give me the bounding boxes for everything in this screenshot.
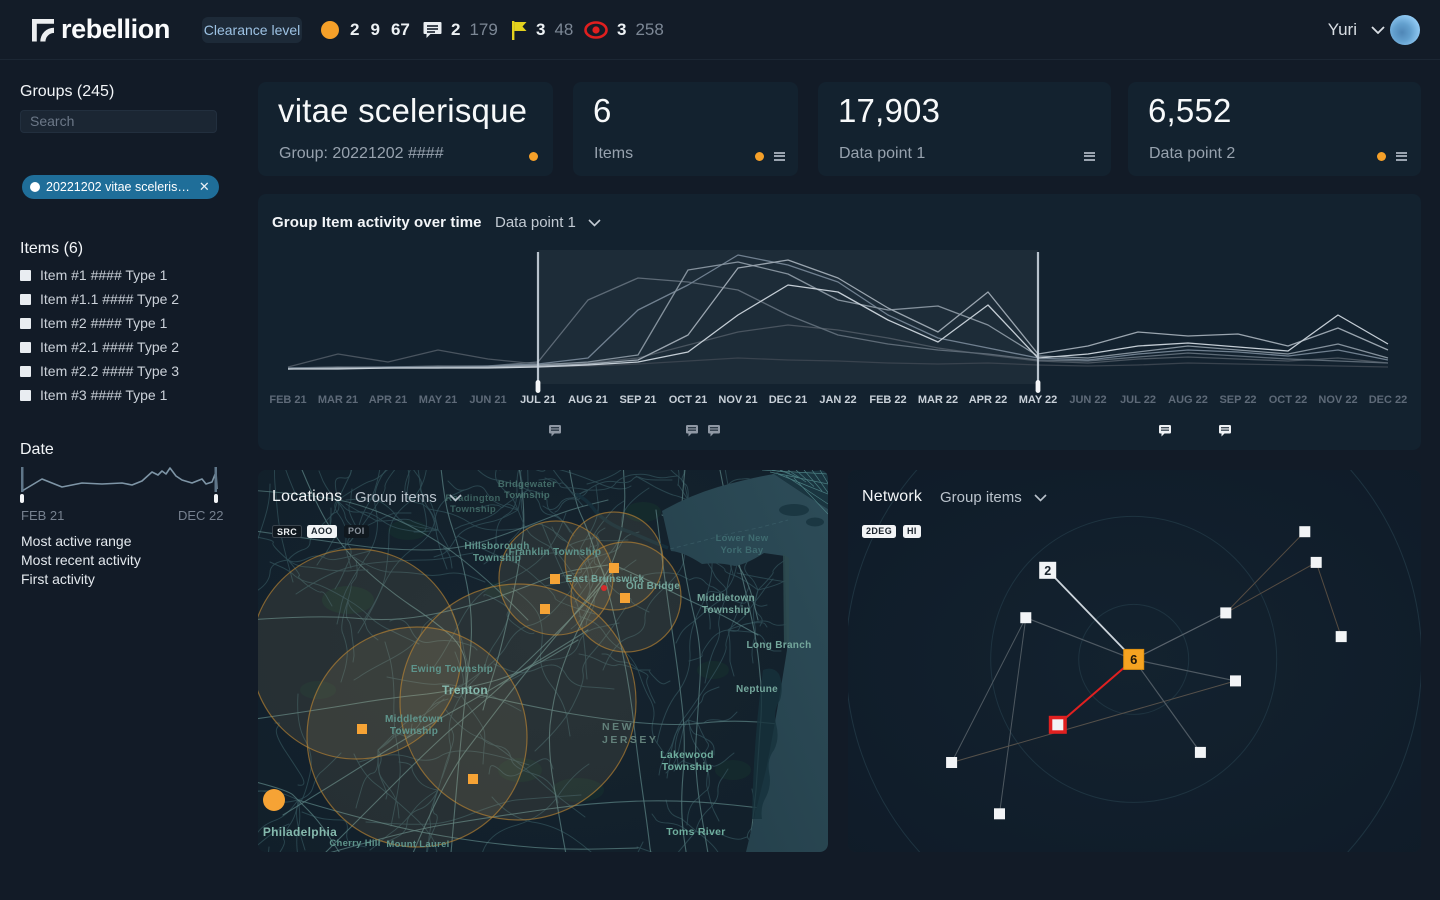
svg-text:Lower New: Lower New (716, 533, 769, 544)
svg-text:Lakewood: Lakewood (660, 749, 714, 761)
svg-text:Trenton: Trenton (442, 683, 488, 697)
svg-text:Philadelphia: Philadelphia (263, 825, 337, 839)
svg-text:Township: Township (702, 605, 750, 616)
svg-text:JERSEY: JERSEY (602, 734, 658, 746)
svg-text:2: 2 (1044, 564, 1051, 578)
svg-text:NEW: NEW (602, 721, 634, 733)
svg-text:Franklin Township: Franklin Township (509, 547, 602, 558)
svg-text:6: 6 (1130, 652, 1137, 667)
svg-text:Township: Township (662, 761, 713, 773)
svg-text:Township: Township (504, 490, 550, 501)
svg-text:Long Branch: Long Branch (747, 640, 812, 651)
svg-text:Neptune: Neptune (736, 684, 778, 695)
svg-text:Middletown: Middletown (385, 714, 443, 725)
svg-text:Bridgewater: Bridgewater (498, 479, 556, 490)
svg-text:Ewing Township: Ewing Township (411, 664, 493, 675)
svg-text:York Bay: York Bay (721, 545, 764, 556)
svg-text:Middletown: Middletown (697, 593, 755, 604)
svg-text:Old Bridge: Old Bridge (626, 581, 680, 592)
svg-text:Township: Township (390, 726, 438, 737)
svg-text:Mount Laurel: Mount Laurel (386, 839, 449, 850)
svg-text:Toms River: Toms River (666, 826, 725, 838)
svg-text:Cherry Hill: Cherry Hill (329, 838, 380, 849)
